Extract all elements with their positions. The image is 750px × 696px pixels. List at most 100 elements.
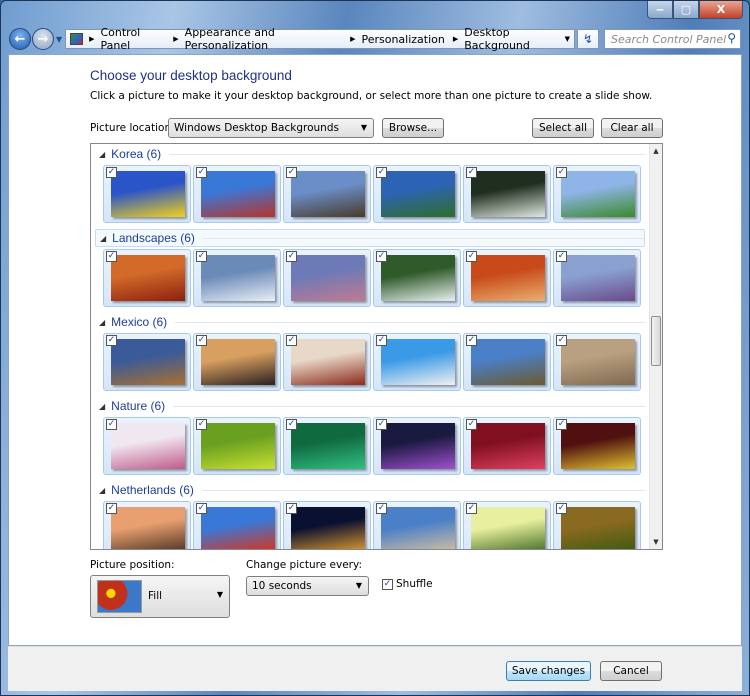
breadcrumb-separator-icon[interactable]: ▶	[173, 35, 178, 43]
breadcrumb-separator-icon[interactable]: ▶	[453, 35, 458, 43]
collapse-triangle-icon[interactable]: ◢	[99, 150, 105, 159]
picture-tile[interactable]: ✓	[103, 501, 191, 549]
picture-tile[interactable]: ✓	[283, 333, 371, 391]
picture-tile[interactable]: ✓	[553, 249, 641, 307]
checkbox-checked-icon[interactable]: ✓	[466, 335, 477, 346]
back-button[interactable]: ←	[9, 28, 31, 50]
picture-position-select[interactable]: Fill ▼	[90, 575, 230, 618]
picture-tile[interactable]: ✓	[553, 501, 641, 549]
checkbox-checked-icon[interactable]: ✓	[106, 167, 117, 178]
picture-tile[interactable]: ✓	[103, 165, 191, 223]
picture-tile[interactable]: ✓	[283, 165, 371, 223]
address-bar[interactable]: ▶ Control Panel ▶ Appearance and Personaliz…	[65, 26, 575, 52]
collapse-triangle-icon[interactable]: ◢	[99, 486, 105, 495]
breadcrumb-item[interactable]: Desktop Background	[464, 26, 566, 52]
picture-tile[interactable]: ✓	[283, 249, 371, 307]
checkbox-checked-icon[interactable]: ✓	[466, 167, 477, 178]
picture-location-select[interactable]: Windows Desktop Backgrounds ▼	[168, 118, 374, 138]
picture-tile[interactable]: ✓	[283, 417, 371, 475]
checkbox-checked-icon[interactable]: ✓	[376, 251, 387, 262]
scroll-down-icon[interactable]: ▼	[650, 535, 662, 549]
checkbox-checked-icon[interactable]: ✓	[196, 167, 207, 178]
breadcrumb-separator-icon[interactable]: ▶	[350, 35, 355, 43]
checkbox-checked-icon[interactable]: ✓	[556, 167, 567, 178]
picture-tile[interactable]: ✓	[373, 165, 461, 223]
group-header[interactable]: ◢ Korea (6)	[95, 145, 645, 163]
picture-tile[interactable]: ✓	[553, 417, 641, 475]
maximize-button[interactable]: ▢	[673, 1, 699, 19]
collapse-triangle-icon[interactable]: ◢	[100, 234, 106, 243]
picture-tile[interactable]: ✓	[193, 249, 281, 307]
recent-pages-dropdown[interactable]: ▼	[56, 35, 62, 44]
picture-tile[interactable]: ✓	[463, 417, 551, 475]
cancel-button[interactable]: Cancel	[600, 661, 662, 681]
select-all-button[interactable]: Select all	[532, 118, 594, 138]
group-header[interactable]: ◢ Netherlands (6)	[95, 481, 645, 499]
picture-tile[interactable]: ✓	[193, 501, 281, 549]
checkbox-checked-icon[interactable]: ✓	[376, 335, 387, 346]
picture-tile[interactable]: ✓	[103, 333, 191, 391]
clear-all-button[interactable]: Clear all	[601, 118, 663, 138]
checkbox-checked-icon[interactable]: ✓	[106, 251, 117, 262]
breadcrumb-item[interactable]: Personalization	[361, 33, 444, 46]
checkbox-checked-icon[interactable]: ✓	[376, 419, 387, 430]
checkbox-checked-icon[interactable]: ✓	[106, 419, 117, 430]
checkbox-checked-icon[interactable]: ✓	[466, 419, 477, 430]
picture-tile[interactable]: ✓	[463, 501, 551, 549]
browse-button[interactable]: Browse...	[382, 118, 444, 138]
scrollbar-thumb[interactable]	[651, 316, 661, 366]
breadcrumb-item[interactable]: Control Panel	[100, 26, 165, 52]
scrollbar[interactable]: ▲ ▼	[649, 144, 662, 549]
forward-button[interactable]: →	[32, 28, 54, 50]
checkbox-checked-icon[interactable]: ✓	[196, 419, 207, 430]
close-button[interactable]: X	[699, 1, 743, 19]
search-icon[interactable]: ⚲	[727, 31, 736, 45]
breadcrumb-separator-icon[interactable]: ▶	[89, 35, 94, 43]
checkbox-checked-icon[interactable]: ✓	[556, 335, 567, 346]
picture-tile[interactable]: ✓	[373, 501, 461, 549]
checkbox-checked-icon[interactable]: ✓	[466, 503, 477, 514]
checkbox-checked-icon[interactable]: ✓	[196, 503, 207, 514]
save-changes-button[interactable]: Save changes	[506, 661, 591, 681]
minimize-button[interactable]: ‒	[647, 1, 673, 19]
picture-tile[interactable]: ✓	[283, 501, 371, 549]
checkbox-checked-icon[interactable]: ✓	[196, 251, 207, 262]
checkbox-checked-icon[interactable]: ✓	[376, 503, 387, 514]
scroll-up-icon[interactable]: ▲	[650, 144, 662, 158]
shuffle-checkbox[interactable]: ✓ Shuffle	[382, 578, 433, 590]
group-header[interactable]: ◢ Mexico (6)	[95, 313, 645, 331]
chevron-down-icon[interactable]: ▼	[565, 35, 570, 43]
picture-tile[interactable]: ✓	[463, 165, 551, 223]
refresh-button[interactable]: ↯	[577, 29, 599, 49]
picture-tile[interactable]: ✓	[463, 249, 551, 307]
picture-tile[interactable]: ✓	[193, 417, 281, 475]
checkbox-checked-icon[interactable]: ✓	[376, 167, 387, 178]
picture-tile[interactable]: ✓	[553, 165, 641, 223]
change-interval-select[interactable]: 10 seconds ▼	[246, 576, 369, 596]
picture-tile[interactable]: ✓	[373, 249, 461, 307]
checkbox-checked-icon[interactable]: ✓	[556, 503, 567, 514]
picture-tile[interactable]: ✓	[553, 333, 641, 391]
checkbox-checked-icon[interactable]: ✓	[286, 503, 297, 514]
checkbox-checked-icon[interactable]: ✓	[286, 335, 297, 346]
picture-tile[interactable]: ✓	[463, 333, 551, 391]
checkbox-checked-icon[interactable]: ✓	[286, 419, 297, 430]
checkbox-checked-icon[interactable]: ✓	[106, 335, 117, 346]
checkbox-checked-icon[interactable]: ✓	[466, 251, 477, 262]
checkbox-checked-icon[interactable]: ✓	[106, 503, 117, 514]
picture-tile[interactable]: ✓	[373, 417, 461, 475]
picture-tile[interactable]: ✓	[103, 417, 191, 475]
checkbox-checked-icon[interactable]: ✓	[556, 419, 567, 430]
picture-list[interactable]: ◢ Netherlands (6) ✓ ✓ ✓ ✓ ✓ ✓ ◢ Nature (6) ✓ ✓ ✓ ✓ ✓ ✓ ◢…	[90, 143, 663, 550]
picture-tile[interactable]: ✓	[103, 249, 191, 307]
collapse-triangle-icon[interactable]: ◢	[99, 402, 105, 411]
search-input[interactable]: Search Control Panel ⚲	[604, 29, 741, 49]
picture-tile[interactable]: ✓	[193, 165, 281, 223]
collapse-triangle-icon[interactable]: ◢	[99, 318, 105, 327]
group-header[interactable]: ◢ Landscapes (6)	[95, 229, 645, 247]
breadcrumb-item[interactable]: Appearance and Personalization	[185, 26, 342, 52]
checkbox-checked-icon[interactable]: ✓	[286, 251, 297, 262]
checkbox-checked-icon[interactable]: ✓	[286, 167, 297, 178]
picture-tile[interactable]: ✓	[193, 333, 281, 391]
group-header[interactable]: ◢ Nature (6)	[95, 397, 645, 415]
